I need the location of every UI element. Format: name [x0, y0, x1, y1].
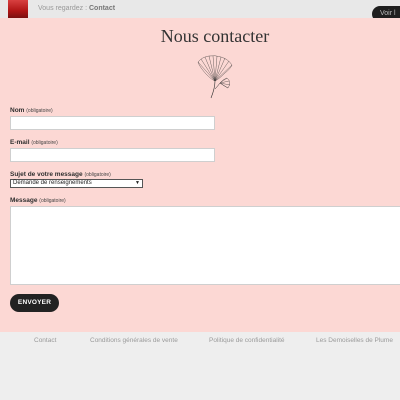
subject-label: Sujet de votre message (obligatoire) — [10, 171, 111, 178]
message-textarea[interactable] — [10, 206, 400, 285]
subject-select[interactable]: Demande de renseignements ▼ — [10, 179, 143, 188]
message-label: Message (obligatoire) — [10, 197, 66, 204]
notification-text: Vous regardez : Contact — [38, 5, 115, 12]
footer-link-privacy[interactable]: Politique de confidentialité — [209, 337, 285, 344]
footer-link-brand[interactable]: Les Demoiselles de Plume — [316, 337, 393, 344]
notification-page: Contact — [88, 5, 116, 12]
product-thumbnail — [8, 0, 28, 18]
footer-link-contact[interactable]: Contact — [34, 337, 56, 344]
email-field[interactable] — [10, 148, 215, 162]
email-label: E-mail (obligatoire) — [10, 139, 58, 146]
ginkgo-leaf-icon — [197, 55, 233, 99]
footer-link-cgv[interactable]: Conditions générales de vente — [90, 337, 178, 344]
notification-prefix: Vous regardez : — [38, 5, 88, 12]
name-label: Nom (obligatoire) — [10, 107, 53, 114]
contact-modal: Nous contacter Nom (obligatoire) E-mail … — [0, 18, 400, 332]
modal-title: Nous contacter — [160, 26, 270, 46]
chevron-down-icon: ▼ — [135, 180, 140, 186]
submit-button[interactable]: ENVOYER — [10, 294, 59, 312]
name-field[interactable] — [10, 116, 215, 130]
notification-bar: Vous regardez : Contact Voir l — [0, 0, 400, 22]
